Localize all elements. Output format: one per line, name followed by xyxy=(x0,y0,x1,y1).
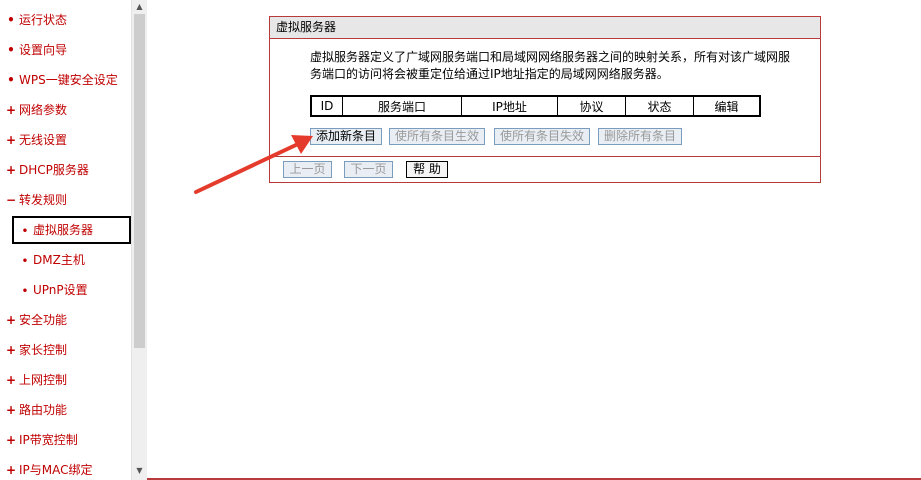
annotation-arrow-icon xyxy=(194,135,313,194)
